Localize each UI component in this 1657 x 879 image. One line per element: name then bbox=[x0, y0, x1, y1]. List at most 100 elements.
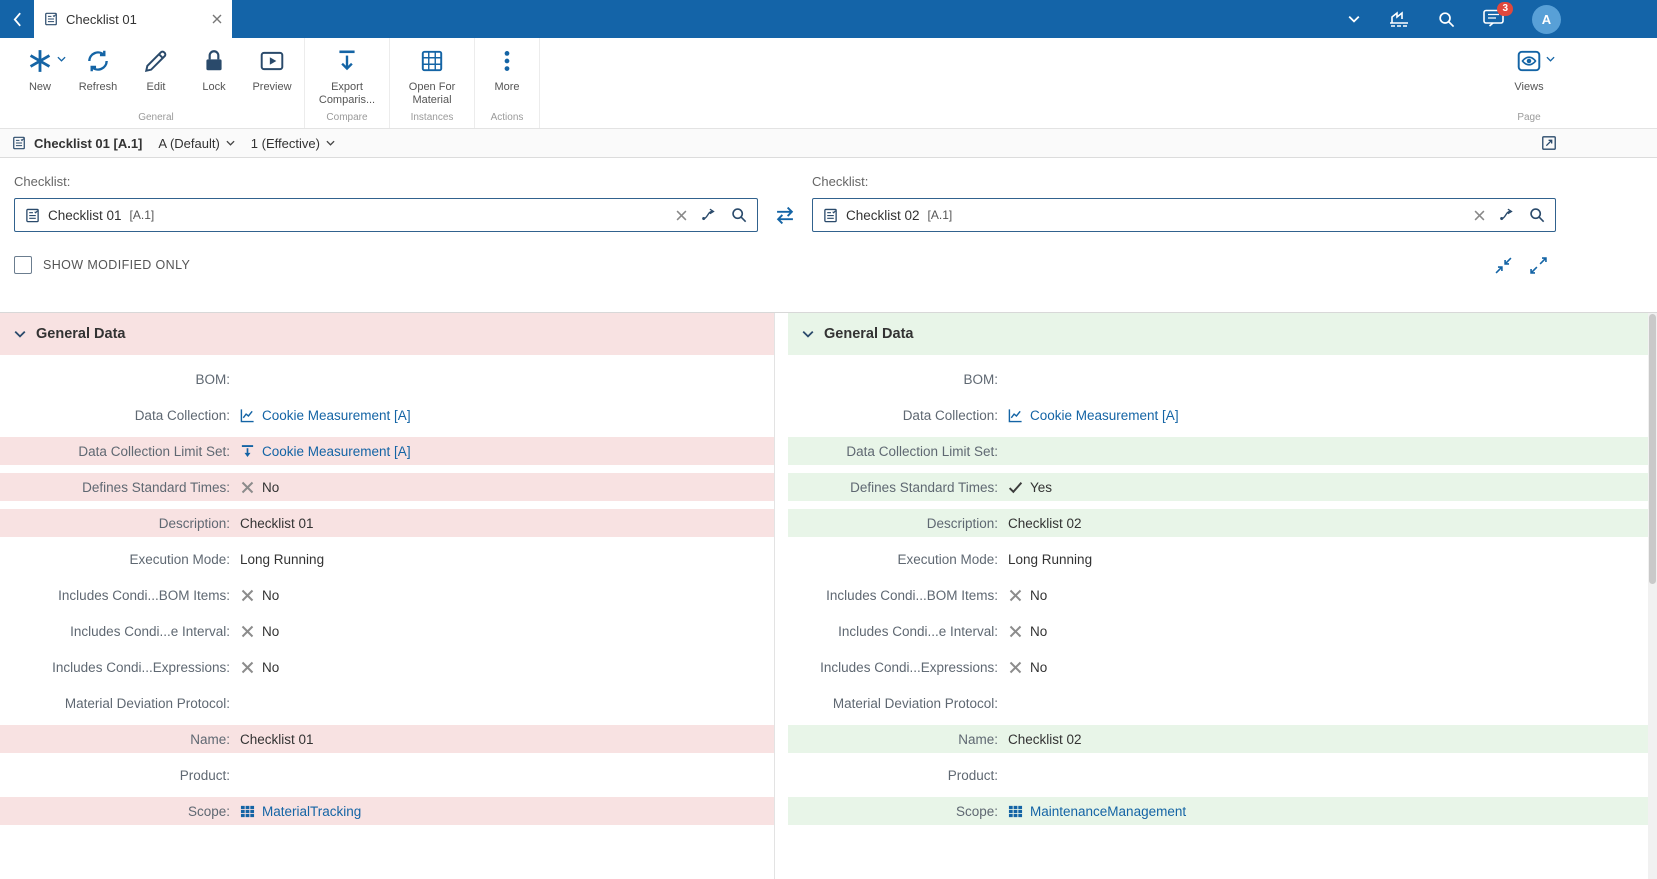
version-dropdown[interactable]: A (Default) bbox=[158, 136, 234, 151]
expand-all-icon[interactable] bbox=[1530, 257, 1547, 274]
collapse-all-icon[interactable] bbox=[1495, 257, 1512, 274]
row-label: Name: bbox=[0, 732, 230, 747]
swap-icon[interactable] bbox=[773, 206, 797, 225]
related-entity-icon[interactable] bbox=[701, 207, 717, 223]
checklist-icon bbox=[25, 208, 40, 223]
row-label: Description: bbox=[0, 516, 230, 531]
checklist-icon bbox=[12, 136, 26, 150]
row-value: No bbox=[230, 624, 279, 639]
lookup-version: [A.1] bbox=[130, 208, 155, 222]
row-label: Product: bbox=[788, 768, 998, 783]
comparison-row: Includes Condi...e Interval:No bbox=[0, 617, 774, 645]
toolbar-group-label: Actions bbox=[478, 109, 536, 128]
row-value-text: Checklist 01 bbox=[240, 516, 314, 531]
show-modified-label: SHOW MODIFIED ONLY bbox=[43, 258, 190, 272]
search-icon[interactable] bbox=[731, 207, 747, 223]
chevron-down-icon bbox=[14, 330, 26, 338]
comparison-row: Product: bbox=[788, 761, 1648, 789]
row-value-link[interactable]: Cookie Measurement [A] bbox=[262, 408, 411, 423]
row-label: Scope: bbox=[788, 804, 998, 819]
comparison-row: Material Deviation Protocol: bbox=[0, 689, 774, 717]
topbar-actions: 3 A bbox=[1348, 0, 1561, 38]
row-value-text: No bbox=[262, 624, 279, 639]
avatar[interactable]: A bbox=[1532, 5, 1561, 34]
checklist-lookup-left[interactable]: Checklist 01 [A.1] bbox=[14, 198, 758, 232]
clear-icon[interactable] bbox=[1474, 210, 1485, 221]
row-value-link[interactable]: MaterialTracking bbox=[262, 804, 361, 819]
chevron-down-icon bbox=[326, 140, 335, 146]
toolbar-group-actions: MoreActions bbox=[475, 38, 540, 128]
toolbar-button-edit[interactable]: Edit bbox=[127, 38, 185, 109]
row-value-text: Checklist 02 bbox=[1008, 732, 1082, 747]
clear-icon[interactable] bbox=[676, 210, 687, 221]
lookup-value: Checklist 01 bbox=[48, 208, 122, 223]
panel-right: General Data BOM:Data Collection:Cookie … bbox=[788, 313, 1648, 879]
vertical-scrollbar[interactable] bbox=[1648, 313, 1657, 879]
row-label: Description: bbox=[788, 516, 998, 531]
comparison-row: Description: Checklist 01 bbox=[0, 509, 774, 537]
toolbar-button-refresh[interactable]: Refresh bbox=[69, 38, 127, 109]
chevron-down-icon[interactable] bbox=[1348, 15, 1360, 23]
row-value-link[interactable]: MaintenanceManagement bbox=[1030, 804, 1186, 819]
swap-wrap bbox=[758, 198, 812, 232]
toolbar-button-label: Export Comparis... bbox=[314, 81, 380, 107]
back-chevron-icon bbox=[13, 12, 22, 27]
more-icon bbox=[494, 48, 520, 74]
related-entity-icon[interactable] bbox=[1499, 207, 1515, 223]
no-icon bbox=[240, 624, 255, 639]
row-value: Checklist 02 bbox=[998, 732, 1082, 747]
row-value-text: Checklist 01 bbox=[240, 732, 314, 747]
row-value-link[interactable]: Cookie Measurement [A] bbox=[1030, 408, 1179, 423]
checklist-lookup-right[interactable]: Checklist 02 [A.1] bbox=[812, 198, 1556, 232]
toolbar-group-instances: Open For MaterialInstances bbox=[390, 38, 475, 128]
entity-title: Checklist 01 [A.1] bbox=[34, 136, 142, 151]
search-icon[interactable] bbox=[1438, 11, 1455, 28]
row-value: No bbox=[230, 480, 279, 495]
tab-checklist-01[interactable]: Checklist 01 bbox=[34, 0, 232, 38]
row-value-link[interactable]: Cookie Measurement [A] bbox=[262, 444, 411, 459]
show-modified-only-toggle[interactable]: SHOW MODIFIED ONLY bbox=[14, 256, 190, 274]
messages-button[interactable]: 3 bbox=[1483, 9, 1504, 30]
chart-icon bbox=[240, 408, 255, 423]
toolbar-button-preview[interactable]: Preview bbox=[243, 38, 301, 109]
row-label: Defines Standard Times: bbox=[788, 480, 998, 495]
toolbar-group-label: Instances bbox=[393, 109, 471, 128]
comparison-row: Material Deviation Protocol: bbox=[788, 689, 1648, 717]
scrollbar-thumb[interactable] bbox=[1649, 314, 1656, 584]
factory-icon[interactable] bbox=[1388, 10, 1410, 28]
row-value-text: No bbox=[262, 660, 279, 675]
toolbar-button-views[interactable]: Views bbox=[1500, 38, 1558, 109]
show-modified-checkbox[interactable] bbox=[14, 256, 32, 274]
chevron-down-icon bbox=[57, 56, 66, 62]
row-label: Data Collection Limit Set: bbox=[0, 444, 230, 459]
chevron-down-icon bbox=[226, 140, 235, 146]
row-value: No bbox=[998, 624, 1047, 639]
section-general-data-left[interactable]: General Data bbox=[0, 313, 774, 355]
toolbar-button-new[interactable]: New bbox=[11, 38, 69, 109]
no-icon bbox=[1008, 624, 1023, 639]
chart-icon bbox=[1008, 408, 1023, 423]
search-icon[interactable] bbox=[1529, 207, 1545, 223]
revision-dropdown[interactable]: 1 (Effective) bbox=[251, 136, 335, 151]
rows-right: BOM:Data Collection:Cookie Measurement [… bbox=[788, 355, 1648, 825]
comparison-row: Includes Condi...BOM Items:No bbox=[788, 581, 1648, 609]
version-label: A (Default) bbox=[158, 136, 219, 151]
open-in-dialog-icon[interactable] bbox=[1541, 135, 1557, 151]
checklist-icon bbox=[823, 208, 838, 223]
toolbar-button-open-for-material[interactable]: Open For Material bbox=[393, 38, 471, 109]
row-value-text: No bbox=[1030, 660, 1047, 675]
app-window: Checklist 01 3 A NewRefresh Edit LockPrevi… bbox=[0, 0, 1657, 879]
toolbar-button-more[interactable]: More bbox=[478, 38, 536, 109]
toolbar-button-lock[interactable]: Lock bbox=[185, 38, 243, 109]
row-value: No bbox=[998, 660, 1047, 675]
back-button[interactable] bbox=[0, 0, 34, 38]
toolbar-button-export-comparis[interactable]: Export Comparis... bbox=[308, 38, 386, 109]
section-general-data-right[interactable]: General Data bbox=[788, 313, 1648, 355]
row-value: No bbox=[230, 660, 279, 675]
row-value: Cookie Measurement [A] bbox=[230, 408, 411, 423]
section-title: General Data bbox=[824, 326, 913, 342]
comparison-row: Description:Checklist 02 bbox=[788, 509, 1648, 537]
toolbar-button-label: Edit bbox=[147, 81, 166, 94]
row-label: Defines Standard Times: bbox=[0, 480, 230, 495]
close-icon[interactable] bbox=[212, 14, 222, 24]
